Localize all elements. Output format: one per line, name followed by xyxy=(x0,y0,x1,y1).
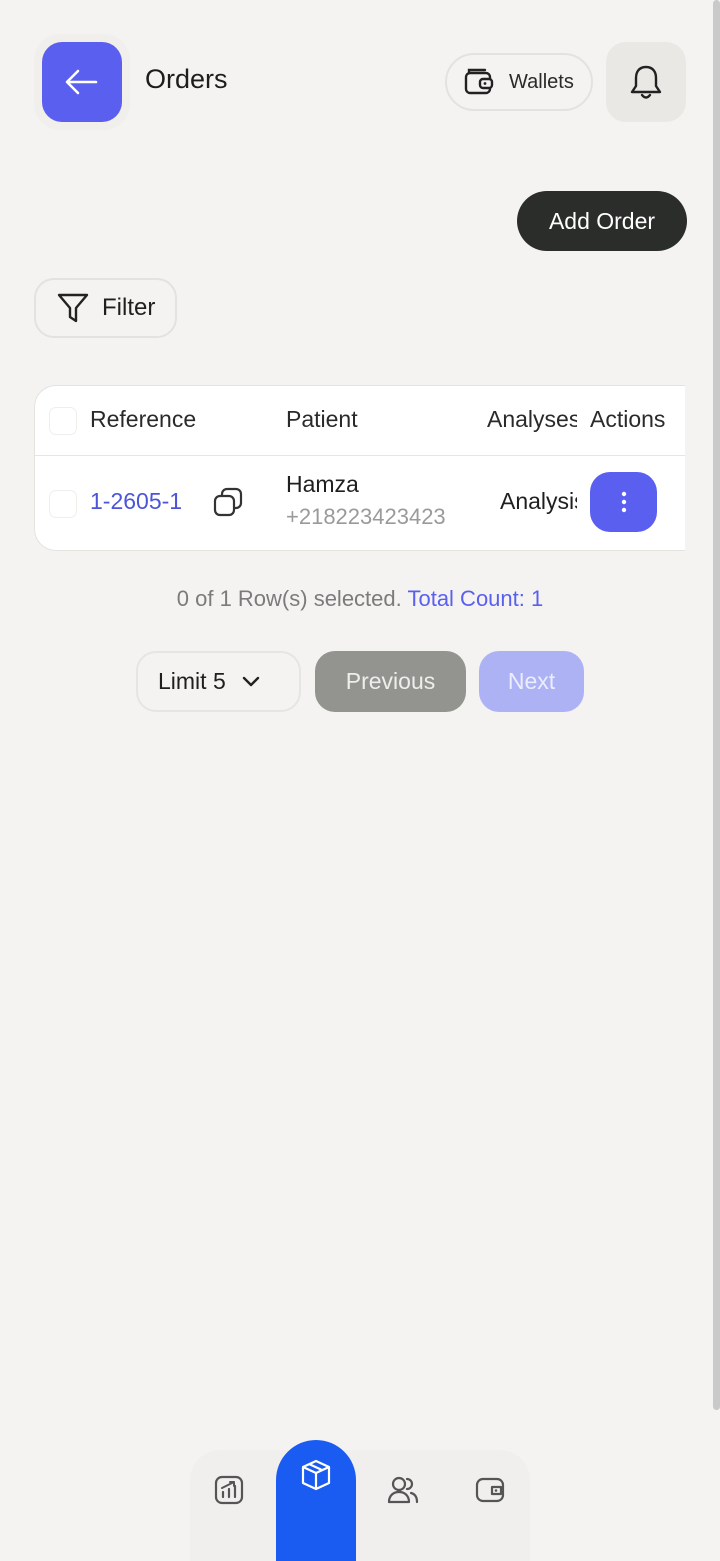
patient-name: Hamza xyxy=(286,471,359,497)
nav-item-patients[interactable] xyxy=(373,1460,433,1520)
wallet-icon xyxy=(464,68,494,95)
page-size-select[interactable]: Limit 5 xyxy=(136,651,301,712)
analyses-cell: Analysis xyxy=(500,488,577,514)
copy-icon[interactable] xyxy=(212,486,246,520)
row-actions-button[interactable] xyxy=(590,472,657,532)
select-all-checkbox[interactable] xyxy=(49,407,77,435)
users-icon xyxy=(387,1476,419,1504)
order-reference-link[interactable]: 1-2605-1 xyxy=(90,488,182,515)
bell-icon xyxy=(630,65,662,99)
more-vertical-icon xyxy=(621,491,626,513)
nav-item-wallet[interactable] xyxy=(460,1460,520,1520)
add-order-button[interactable]: Add Order xyxy=(517,191,687,251)
previous-page-button[interactable]: Previous xyxy=(315,651,466,712)
column-header-patient: Patient xyxy=(286,406,358,432)
wallets-label: Wallets xyxy=(509,70,574,93)
filter-button[interactable]: Filter xyxy=(34,278,177,338)
column-header-analyses: Analyses xyxy=(487,406,577,432)
table-row: 1-2605-1 Hamza +218223423423 Analysis xyxy=(35,456,685,550)
filter-icon xyxy=(57,293,89,323)
back-button[interactable] xyxy=(42,42,122,122)
column-header-reference: Reference xyxy=(90,406,197,432)
scrollbar[interactable] xyxy=(713,0,720,1410)
row-checkbox[interactable] xyxy=(49,490,77,518)
chevron-down-icon xyxy=(242,676,259,686)
box-icon xyxy=(301,1459,331,1491)
wallets-button[interactable]: Wallets xyxy=(445,53,593,111)
nav-item-orders[interactable] xyxy=(276,1440,356,1561)
page-size-label: Limit 5 xyxy=(158,668,226,694)
page-title: Orders xyxy=(145,64,228,94)
wallet-icon xyxy=(475,1477,505,1503)
filter-label: Filter xyxy=(102,294,156,321)
patient-phone: +218223423423 xyxy=(286,504,446,529)
selected-count-text: 0 of 1 Row(s) selected. xyxy=(176,586,402,611)
notifications-button[interactable] xyxy=(606,42,686,122)
column-header-actions: Actions xyxy=(590,406,666,432)
next-page-button[interactable]: Next xyxy=(479,651,584,712)
nav-item-analytics[interactable] xyxy=(199,1460,259,1520)
arrow-left-icon xyxy=(65,69,98,95)
orders-table: Reference Patient Analyses Actions 1-260… xyxy=(34,385,685,551)
total-count-text: Total Count: 1 xyxy=(407,586,544,611)
patient-cell: Hamza +218223423423 xyxy=(286,471,486,530)
table-header-row: Reference Patient Analyses Actions xyxy=(35,386,685,456)
chart-icon xyxy=(214,1475,244,1505)
bottom-navigation xyxy=(190,1450,530,1561)
selection-summary: 0 of 1 Row(s) selected. Total Count: 1 xyxy=(0,586,720,612)
